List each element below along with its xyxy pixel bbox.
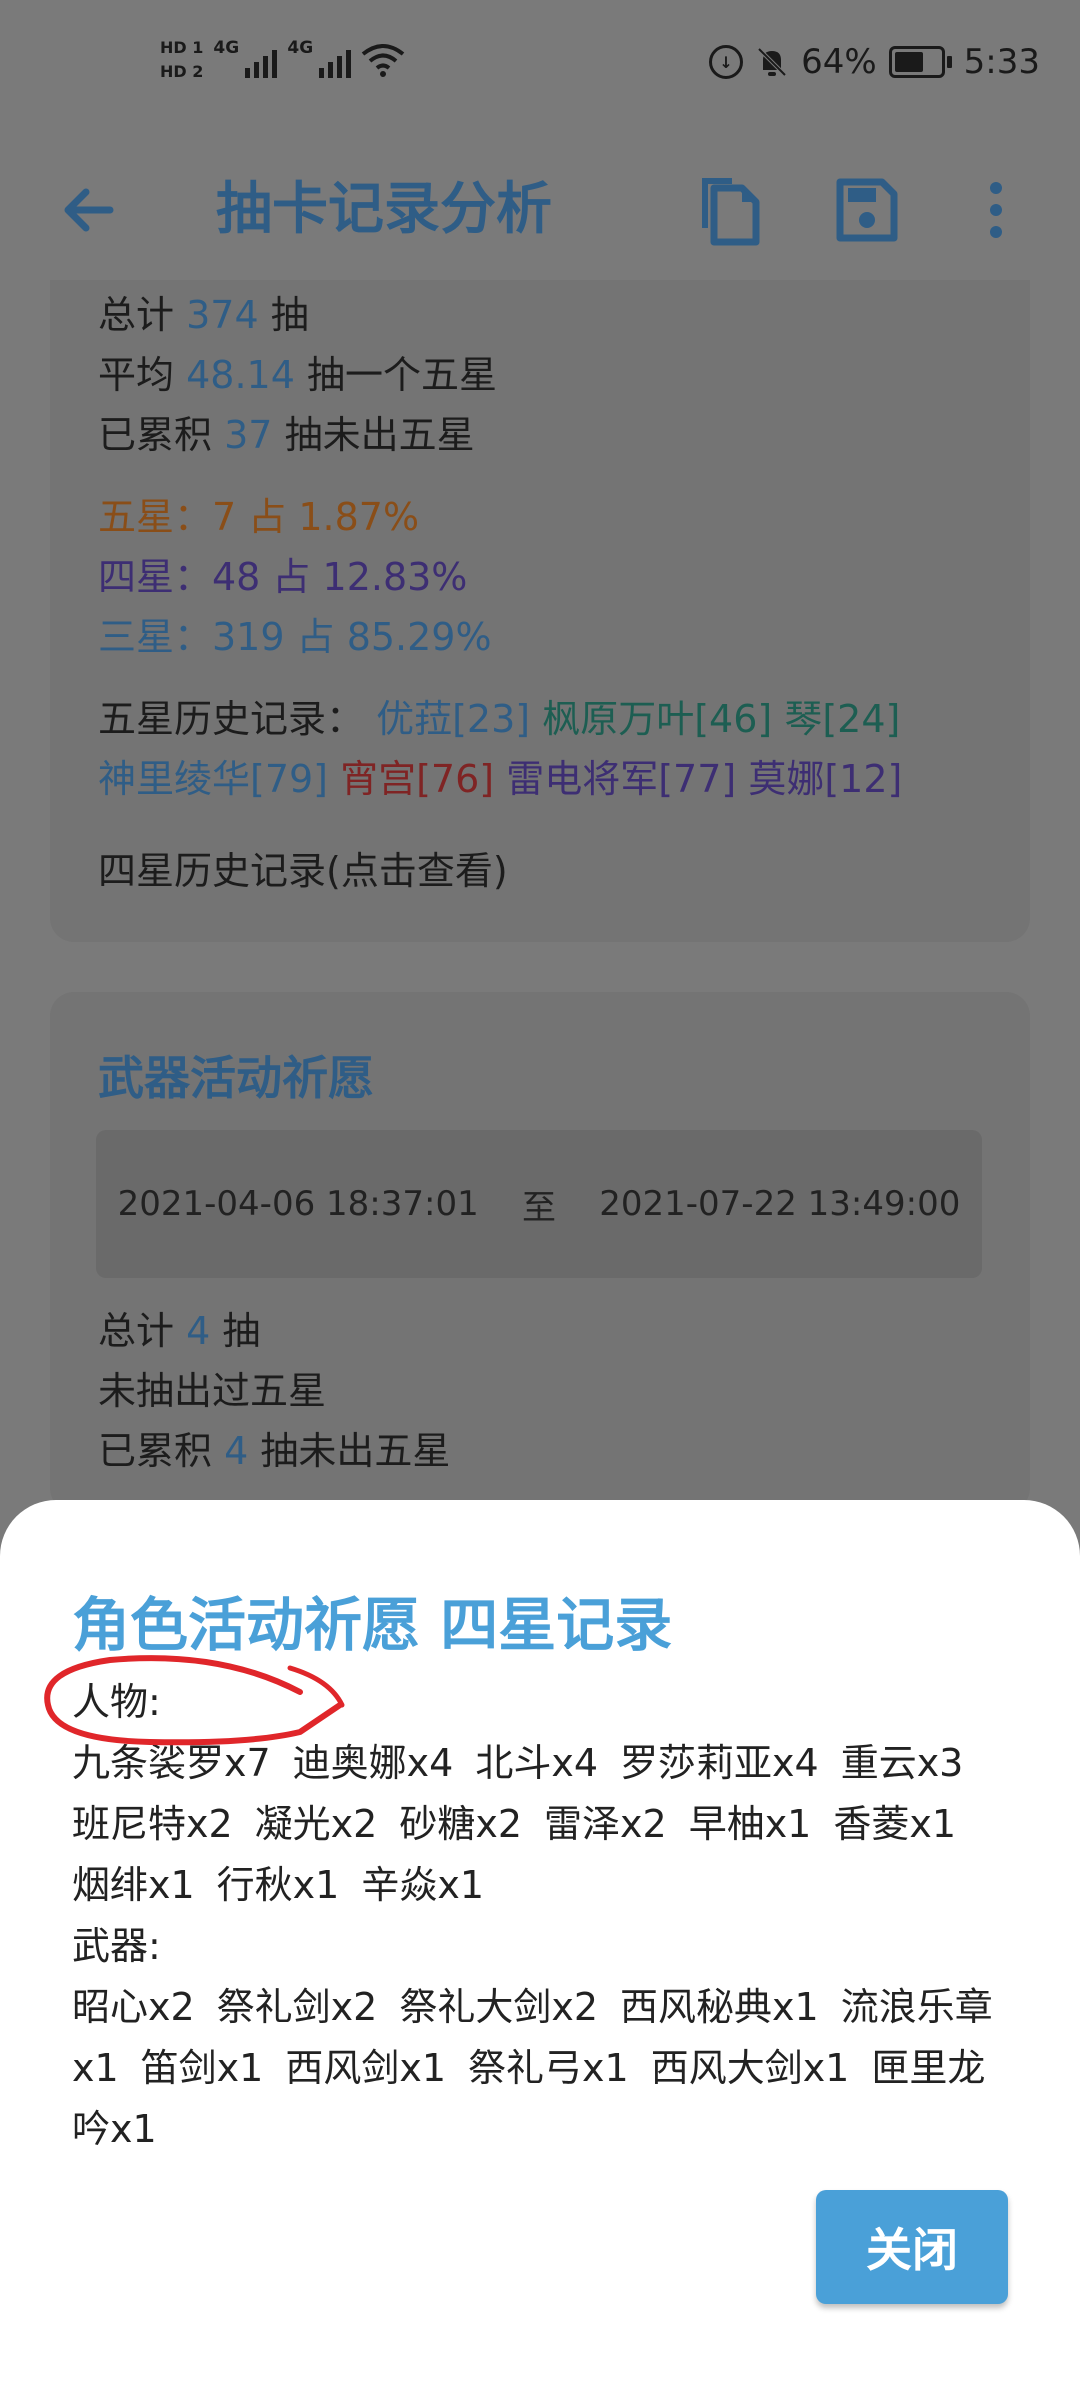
more-vert-icon[interactable] — [956, 170, 1036, 250]
weapon-item: 祭礼弓x1 — [468, 2046, 629, 2090]
four-star-record-sheet: 角色活动祈愿 四星记录 人物: 九条裟罗x7 迪奥娜x4 北斗x4 罗莎莉亚x4 重云x… — [0, 1500, 1080, 2400]
signal-icon-2: 4G — [287, 38, 352, 82]
characters-list: 九条裟罗x7 迪奥娜x4 北斗x4 罗莎莉亚x4 重云x3 班尼特x2 凝光x2 砂糖x2 雷泽… — [72, 1733, 1012, 1916]
bell-off-icon — [757, 47, 787, 77]
clock: 5:33 — [963, 42, 1040, 82]
five-star-stat: 五星：7 占 1.87% — [98, 495, 420, 539]
character-item: 辛焱x1 — [361, 1863, 485, 1907]
network-type-2: 4G — [287, 38, 314, 58]
close-button[interactable]: 关闭 — [816, 2190, 1008, 2304]
four-star-history-link[interactable]: 四星历史记录(点击查看) — [98, 840, 508, 895]
character-item: 行秋x1 — [216, 1863, 340, 1907]
four-star-stat: 四星：48 占 12.83% — [98, 555, 468, 599]
weapon-accumulated-value: 4 — [224, 1429, 249, 1473]
weapon-item: 西风大剑x1 — [650, 2046, 850, 2090]
character-item: 烟绯x1 — [72, 1863, 195, 1907]
average-value: 48.14 — [186, 353, 295, 397]
history-entry: 宵宫[76] — [340, 757, 495, 801]
weapon-item: 祭礼大剑x2 — [399, 1985, 599, 2029]
weapon-item: 笛剑x1 — [140, 2046, 264, 2090]
accumulated-line: 已累积 37 抽未出五星 — [98, 413, 475, 457]
character-item: 九条裟罗x7 — [72, 1741, 271, 1785]
history-entry: 神里绫华[79] — [98, 757, 329, 801]
hd1-label: HD 1 — [160, 38, 204, 57]
five-star-history-line1: 五星历史记录： 优菈[23] 枫原万叶[46] 琴[24] — [98, 688, 900, 743]
sheet-title: 角色活动祈愿 四星记录 — [72, 1591, 673, 1659]
character-item: 雷泽x2 — [544, 1802, 667, 1846]
back-arrow-icon[interactable] — [52, 170, 132, 250]
character-item: 凝光x2 — [254, 1802, 378, 1846]
character-item: 砂糖x2 — [399, 1802, 523, 1846]
date-to: 2021-07-22 13:49:00 — [599, 1184, 961, 1224]
hd-voice-icons: HD 1 HD 2 — [160, 39, 203, 81]
weapon-total-value: 4 — [186, 1309, 211, 1353]
weapon-total-line: 总计 4 抽 — [98, 1309, 261, 1353]
save-icon[interactable] — [826, 170, 906, 250]
copy-icon[interactable] — [690, 170, 770, 250]
weapon-pool-title: 武器活动祈愿 — [98, 1051, 374, 1105]
date-range: 2021-04-06 18:37:01 至 2021-07-22 13:49:0… — [96, 1130, 982, 1278]
date-separator: 至 — [521, 1187, 556, 1228]
history-entry: 雷电将军[77] — [506, 757, 737, 801]
character-pool-card: 总计 374 抽 平均 48.14 抽一个五星 已累积 37 抽未出五星 五星：… — [50, 280, 1030, 942]
status-right: ↓ 64% 5:33 — [709, 42, 1040, 82]
character-item: 重云x3 — [840, 1741, 964, 1785]
battery-icon — [888, 46, 952, 78]
signal-icon: 4G — [213, 38, 278, 82]
wifi-icon — [362, 44, 405, 77]
character-item: 罗莎莉亚x4 — [620, 1741, 819, 1785]
weapons-list: 昭心x2 祭礼剑x2 祭礼大剑x2 西风秘典x1 流浪乐章x1 笛剑x1 西风剑x1 祭礼弓x… — [72, 1977, 1012, 2160]
five-star-history-label: 五星历史记录： — [98, 697, 365, 741]
history-entry: 优菈[23] — [376, 697, 531, 741]
weapons-label: 武器: — [72, 1924, 161, 1968]
total-pulls-line: 总计 374 抽 — [98, 293, 309, 337]
battery-percent: 64% — [801, 42, 877, 82]
hd2-label: HD 2 — [160, 62, 204, 81]
status-bar: HD 1 HD 2 4G 4G ↓ 64% 5:33 — [0, 0, 1080, 140]
page-title: 抽卡记录分析 — [216, 177, 552, 242]
history-entry: 枫原万叶[46] — [542, 697, 773, 741]
weapon-item: 西风剑x1 — [285, 2046, 447, 2090]
three-star-stat: 三星：319 占 85.29% — [98, 615, 492, 659]
average-line: 平均 48.14 抽一个五星 — [98, 353, 498, 397]
character-item: 早柚x1 — [688, 1802, 812, 1846]
weapon-item: 昭心x2 — [72, 1985, 195, 2029]
date-from: 2021-04-06 18:37:01 — [117, 1184, 479, 1224]
weapon-accumulated-line: 已累积 4 抽未出五星 — [98, 1429, 451, 1473]
history-entry: 莫娜[12] — [748, 757, 903, 801]
characters-label: 人物: — [72, 1680, 161, 1724]
character-item: 班尼特x2 — [72, 1802, 233, 1846]
character-item: 香菱x1 — [833, 1802, 957, 1846]
character-item: 北斗x4 — [475, 1741, 599, 1785]
total-pulls-value: 374 — [186, 293, 259, 337]
history-entry: 琴[24] — [784, 697, 901, 741]
network-type-1: 4G — [213, 38, 240, 58]
status-left: HD 1 HD 2 4G 4G — [160, 38, 405, 82]
character-item: 迪奥娜x4 — [292, 1741, 454, 1785]
weapon-item: 西风秘典x1 — [620, 1985, 819, 2029]
sheet-body: 人物: 九条裟罗x7 迪奥娜x4 北斗x4 罗莎莉亚x4 重云x3 班尼特x2 凝光x2 砂糖… — [72, 1672, 1012, 2160]
five-star-history-line2: 神里绫华[79] 宵宫[76] 雷电将军[77] 莫娜[12] — [98, 748, 902, 803]
accumulated-value: 37 — [224, 413, 273, 457]
weapon-item: 祭礼剑x2 — [216, 1985, 378, 2029]
weapon-pool-card: 武器活动祈愿 2021-04-06 18:37:01 至 2021-07-22 … — [50, 992, 1030, 1512]
app-bar: 抽卡记录分析 — [0, 140, 1080, 280]
data-saver-icon: ↓ — [709, 45, 744, 79]
weapon-never-line: 未抽出过五星 — [98, 1369, 327, 1413]
